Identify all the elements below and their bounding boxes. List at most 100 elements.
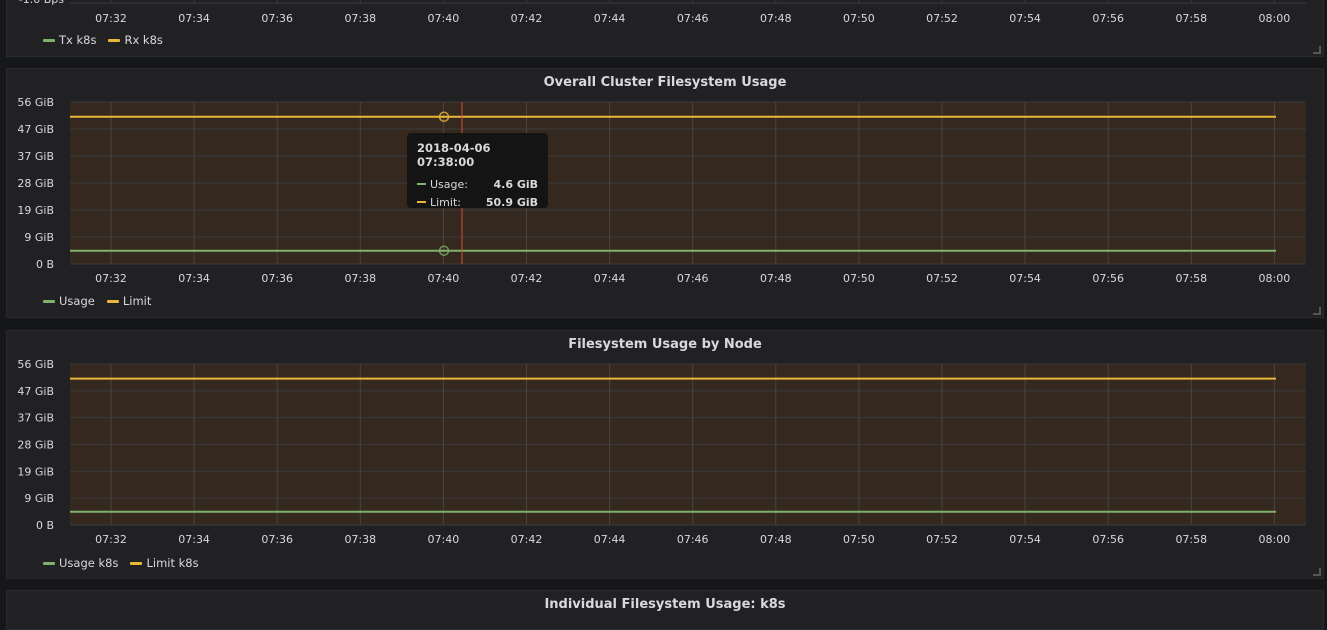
legend-swatch-icon [108,38,121,42]
x-tick-label: 07:44 [594,272,626,285]
tooltip-value: 50.9 GiB [485,195,538,209]
x-tick-label: 07:50 [843,12,875,25]
y-tick-label: 28 GiB [17,177,54,190]
legend-item-usage[interactable]: Usage [43,294,95,308]
x-tick-label: 07:54 [1009,533,1041,546]
tooltip-row-limit: Limit: 50.9 GiB [417,193,538,211]
x-tick-label: 07:36 [261,12,293,25]
x-tick-label: 07:38 [344,12,376,25]
y-tick-label: -1.0 Bps [19,0,64,6]
tooltip-swatch-icon [417,201,426,203]
x-tick-label: 07:56 [1092,12,1124,25]
x-tick-label: 07:40 [428,12,460,25]
network-legend: Tx k8s Rx k8s [43,33,163,47]
y-tick-label: 0 B [36,258,54,271]
x-tick-label: 07:58 [1175,12,1207,25]
y-tick-label: 47 GiB [17,385,54,398]
legend-label: Limit k8s [146,556,199,570]
x-tick-label: 07:46 [677,533,709,546]
x-tick-label: 07:34 [178,12,210,25]
x-tick-label: 08:00 [1259,12,1291,25]
y-tick-label: 19 GiB [17,204,54,217]
x-tick-label: 08:00 [1259,272,1291,285]
overall-fs-panel: Overall Cluster Filesystem Usage 56 GiB 4… [6,68,1324,318]
legend-swatch-icon [106,299,119,303]
legend-swatch-icon [43,299,55,303]
x-tick-label: 07:32 [95,533,127,546]
x-tick-label: 07:40 [428,272,460,285]
x-tick-label: 07:46 [677,272,709,285]
y-tick-label: 56 GiB [17,358,54,371]
y-tick-label: 56 GiB [17,96,54,109]
y-tick-label: 9 GiB [24,492,54,505]
tooltip-row-usage: Usage: 4.6 GiB [417,175,538,193]
y-tick-label: 19 GiB [17,465,54,478]
y-tick-label: 28 GiB [17,439,54,452]
x-tick-label: 07:50 [843,533,875,546]
x-tick-label: 07:34 [178,272,210,285]
overall-fs-chart[interactable]: 56 GiB 47 GiB 37 GiB 28 GiB 19 GiB 9 GiB 0 B 07… [7,69,1325,319]
fs-by-node-chart[interactable]: 56 GiB 47 GiB 37 GiB 28 GiB 19 GiB 9 GiB 0 B 07… [7,331,1325,580]
resize-handle[interactable] [1313,568,1321,576]
resize-handle[interactable] [1313,46,1321,54]
tooltip-time: 2018-04-06 07:38:00 [417,141,491,169]
x-tick-label: 07:36 [261,272,293,285]
x-tick-label: 07:32 [95,12,127,25]
x-tick-label: 07:38 [344,272,376,285]
x-tick-label: 08:00 [1259,533,1291,546]
x-tick-label: 07:52 [926,272,958,285]
fs-by-node-legend: Usage k8s Limit k8s [43,556,199,570]
x-tick-label: 07:48 [760,12,792,25]
legend-label: Tx k8s [59,33,97,47]
fs-by-node-panel: Filesystem Usage by Node 56 GiB 47 GiB 37 … [6,330,1324,579]
network-panel: -1.0 Bps 07:32 07:34 07:36 07:38 07:40 07:42 07… [6,0,1324,57]
legend-item-usage-k8s[interactable]: Usage k8s [43,556,118,570]
x-tick-label: 07:58 [1175,533,1207,546]
panel-title[interactable]: Individual Filesystem Usage: k8s [7,597,1323,612]
legend-swatch-icon [43,561,55,565]
x-tick-label: 07:56 [1092,533,1124,546]
legend-item-tx[interactable]: Tx k8s [43,33,96,47]
tooltip-value: 4.6 GiB [493,177,539,191]
legend-item-limit[interactable]: Limit [106,294,152,308]
x-tick-label: 07:42 [511,272,543,285]
legend-label: Usage k8s [59,556,119,570]
x-tick-label: 07:48 [760,272,792,285]
tooltip-label: Usage: [430,177,468,191]
x-tick-label: 07:42 [511,12,543,25]
y-tick-label: 0 B [36,519,54,532]
legend-item-rx[interactable]: Rx k8s [108,33,163,47]
x-tick-label: 07:32 [95,272,127,285]
x-tick-label: 07:50 [843,272,875,285]
legend-label: Limit [122,294,152,308]
legend-item-limit-k8s[interactable]: Limit k8s [130,556,199,570]
resize-handle[interactable] [1313,307,1321,315]
hover-tooltip: 2018-04-06 07:38:00 Usage: 4.6 GiB Limit… [407,133,548,211]
individual-fs-panel: Individual Filesystem Usage: k8s [6,590,1324,630]
legend-swatch-icon [43,38,55,42]
x-tick-label: 07:42 [511,533,543,546]
x-tick-label: 07:54 [1009,12,1041,25]
legend-swatch-icon [130,561,143,565]
x-tick-label: 07:46 [677,12,709,25]
legend-label: Rx k8s [124,33,163,47]
tooltip-label: Limit: [430,195,461,209]
x-tick-label: 07:52 [926,12,958,25]
x-tick-label: 07:38 [344,533,376,546]
overall-fs-legend: Usage Limit [43,294,151,308]
y-tick-label: 9 GiB [24,231,54,244]
network-chart: -1.0 Bps 07:32 07:34 07:36 07:38 07:40 07:42 07… [19,0,1306,25]
x-tick-label: 07:58 [1175,272,1207,285]
x-tick-label: 07:44 [594,533,626,546]
legend-label: Usage [59,294,95,308]
y-tick-label: 37 GiB [17,412,54,425]
x-tick-label: 07:52 [926,533,958,546]
x-tick-label: 07:44 [594,12,626,25]
x-tick-label: 07:36 [261,533,293,546]
y-tick-label: 37 GiB [17,150,54,163]
x-tick-label: 07:48 [760,533,792,546]
y-tick-label: 47 GiB [17,123,54,136]
x-tick-label: 07:56 [1092,272,1124,285]
x-tick-label: 07:34 [178,533,210,546]
tooltip-swatch-icon [417,183,426,185]
